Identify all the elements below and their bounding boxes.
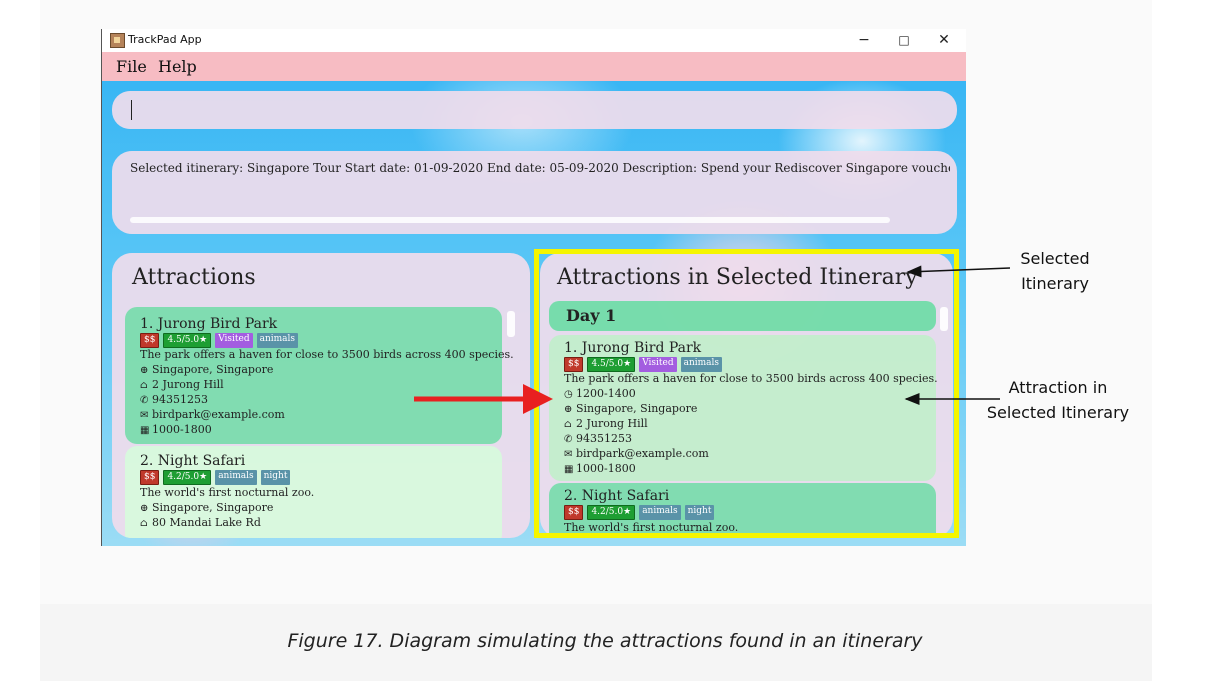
selected-itinerary-label: Selected Itinerary: [1005, 246, 1105, 296]
label-line: Selected Itinerary: [986, 403, 1130, 422]
label-line: Selected: [1020, 249, 1090, 268]
label-line: Attraction in: [1008, 378, 1108, 397]
selected-itinerary-arrow: [906, 265, 1011, 278]
annotation-arrows: [414, 265, 1011, 414]
attraction-in-itinerary-label: Attraction in Selected Itinerary: [978, 375, 1138, 425]
label-line: Itinerary: [1021, 274, 1089, 293]
figure-caption: Figure 17. Diagram simulating the attrac…: [287, 630, 923, 652]
